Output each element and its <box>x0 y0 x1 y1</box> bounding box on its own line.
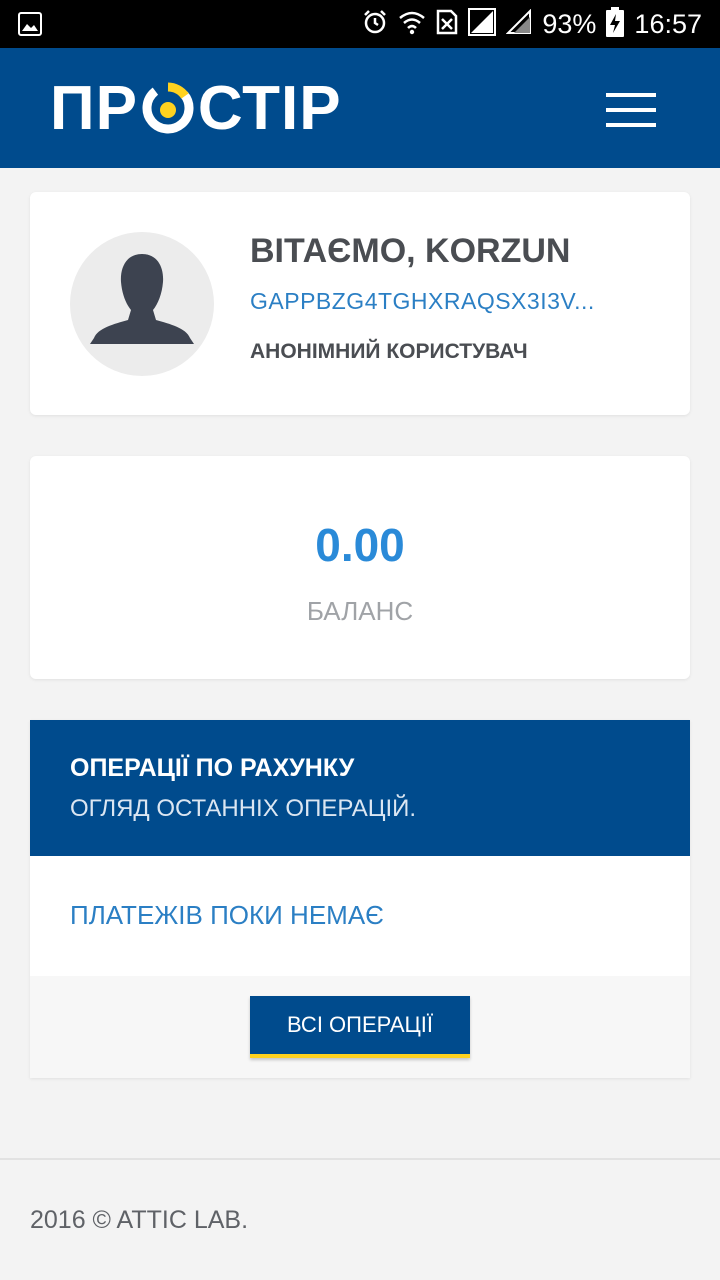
wifi-icon <box>398 9 426 40</box>
hamburger-menu-icon[interactable] <box>606 93 656 127</box>
copyright-text: 2016 © ATTIC LAB. <box>30 1206 249 1234</box>
operations-title: ОПЕРАЦІЇ ПО РАХУНКУ <box>70 754 355 782</box>
operations-header: ОПЕРАЦІЇ ПО РАХУНКУ ОГЛЯД ОСТАННІХ ОПЕРА… <box>30 720 690 856</box>
page-footer: 2016 © ATTIC LAB. <box>0 1158 720 1280</box>
operations-subtitle: ОГЛЯД ОСТАННІХ ОПЕРАЦІЙ. <box>70 795 417 822</box>
all-operations-button[interactable]: ВСІ ОПЕРАЦІЇ <box>250 996 470 1058</box>
signal-icon <box>505 8 532 40</box>
app-header: ПР СТІР <box>0 48 720 168</box>
user-avatar-icon <box>70 232 214 376</box>
battery-charging-icon <box>606 6 625 42</box>
status-bar: 93% 16:57 <box>0 0 720 48</box>
signal-icon <box>468 7 497 41</box>
clock: 16:57 <box>634 8 702 39</box>
alarm-icon <box>362 9 388 40</box>
sim-icon <box>436 9 458 40</box>
balance-value: 0.00 <box>315 519 405 571</box>
operations-panel: ОПЕРАЦІЇ ПО РАХУНКУ ОГЛЯД ОСТАННІХ ОПЕРА… <box>30 720 690 1078</box>
battery-percentage: 93% <box>542 8 597 39</box>
balance-label: БАЛАНС <box>306 596 414 626</box>
greeting-text: ВІТАЄМО, KORZUN <box>250 232 571 270</box>
operations-footer: ВСІ ОПЕРАЦІЇ <box>30 976 690 1078</box>
no-payments-text: ПЛАТЕЖІВ ПОКИ НЕМАЄ <box>70 900 384 930</box>
balance-card: 0.00 БАЛАНС <box>30 456 690 679</box>
prostir-logo[interactable]: ПР СТІР <box>50 74 342 143</box>
image-icon <box>18 12 42 41</box>
logo-swirl-icon <box>140 80 196 136</box>
profile-card: ВІТАЄМО, KORZUN GAPPBZG4TGHXRAQSX3I3V...… <box>30 192 690 415</box>
user-type-label: АНОНІМНИЙ КОРИСТУВАЧ <box>250 340 528 363</box>
account-id-link[interactable]: GAPPBZG4TGHXRAQSX3I3V... <box>250 288 605 315</box>
